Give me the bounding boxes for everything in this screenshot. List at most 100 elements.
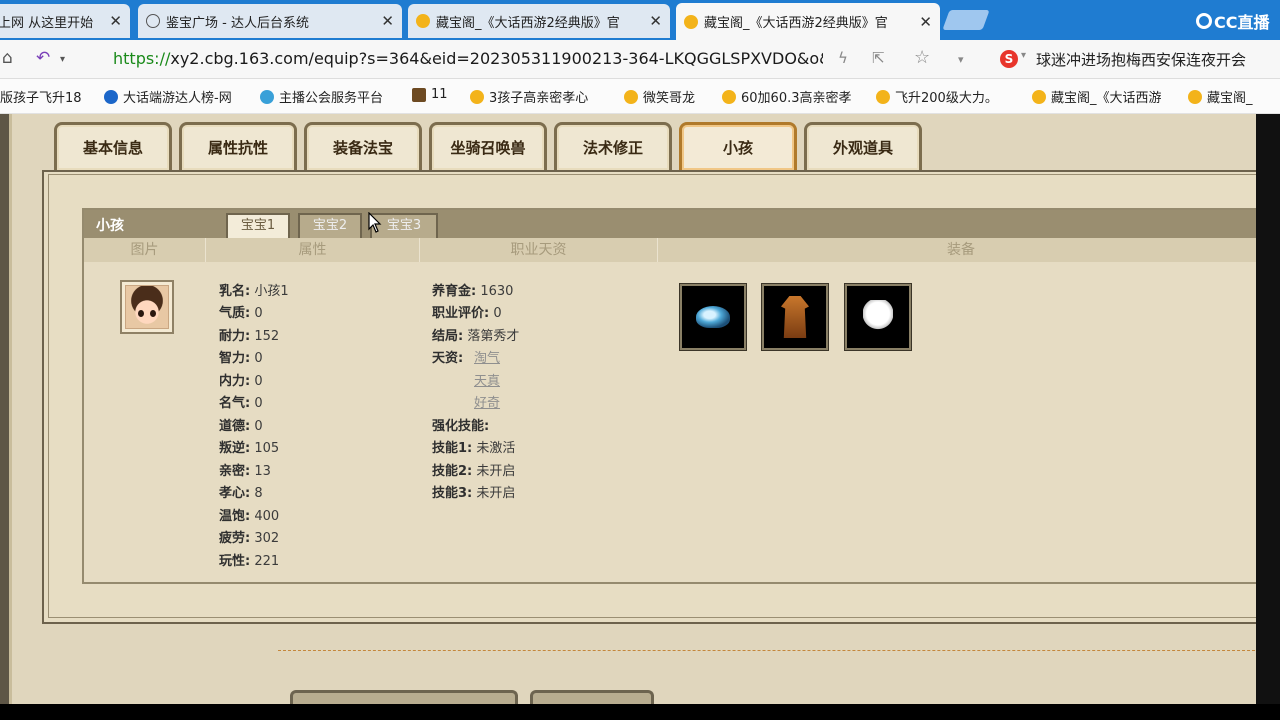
bookmarks-bar: 版孩子飞升18 大话端游达人榜-网 主播公会服务平台 11 3孩子高亲密孝心 微… (0, 79, 1280, 114)
bookmark-item[interactable]: 版孩子飞升18 (0, 87, 96, 106)
child-face-icon (125, 285, 169, 329)
share-icon[interactable]: ⇱ (872, 49, 885, 67)
section-title: 小孩 (96, 218, 124, 234)
equipment-slot-1[interactable] (679, 283, 747, 351)
close-icon[interactable]: ✕ (919, 13, 932, 31)
bookmark-icon (412, 87, 426, 102)
bookmark-label: 60加60.3高亲密孝 (741, 91, 852, 106)
attr-row: 亲密: 13 (219, 460, 271, 479)
attr-label: 疲劳: (219, 531, 251, 546)
attr-row: 乳名: 小孩1 (219, 280, 289, 299)
close-icon[interactable]: ✕ (649, 12, 662, 30)
bookmark-label: 飞升200级大力。 (895, 91, 998, 106)
brand-label: CC直播 (1214, 13, 1270, 32)
star-icon[interactable]: ☆ (914, 47, 930, 68)
talent-link[interactable]: 好奇 (474, 392, 500, 411)
browser-tab-1[interactable]: 上网 从这里开始 ✕ (0, 4, 130, 38)
action-button[interactable] (290, 690, 518, 704)
attr-value: 221 (254, 554, 280, 569)
lightning-icon[interactable]: ϟ (838, 49, 848, 67)
skill-value: 未激活 (476, 441, 516, 456)
tab-title: 藏宝阁_《大话西游2经典版》官 (704, 16, 888, 31)
equipment-slot-2[interactable] (761, 283, 829, 351)
url-field[interactable]: https://xy2.cbg.163.com/equip?s=364&eid=… (113, 49, 823, 68)
attr-label: 内力: (219, 374, 251, 389)
bookmark-item[interactable]: 11 (412, 87, 458, 102)
cbg-favicon-icon (416, 14, 430, 28)
attr-row: 孝心: 8 (219, 482, 263, 501)
skill-value: 未开启 (476, 486, 516, 501)
bookmark-icon (1188, 89, 1202, 104)
close-icon[interactable]: ✕ (381, 12, 394, 30)
attr-label: 乳名: (219, 284, 251, 299)
attr-label: 耐力: (219, 329, 251, 344)
globe-icon (146, 14, 160, 28)
tab-basic-info[interactable]: 基本信息 (54, 122, 172, 170)
browser-tab-4[interactable]: 藏宝阁_《大话西游2经典版》官 ✕ (676, 3, 940, 40)
tab-mounts-summons[interactable]: 坐骑召唤兽 (429, 122, 547, 170)
bookmark-item[interactable]: 藏宝阁_《大话西游 (1032, 87, 1172, 106)
attr-row: 内力: 0 (219, 370, 263, 389)
career-label: 职业评价: (432, 306, 490, 321)
attr-value: 0 (254, 351, 263, 366)
bookmark-icon (260, 89, 274, 104)
chevron-down-icon[interactable]: ▾ (1021, 50, 1026, 61)
skills-label: 强化技能: (432, 419, 490, 434)
skill-value: 未开启 (476, 464, 516, 479)
attr-value: 0 (254, 374, 263, 389)
bookmark-item[interactable]: 飞升200级大力。 (876, 87, 1018, 106)
bookmark-label: 版孩子飞升18 (0, 91, 82, 106)
bookmark-item[interactable]: 主播公会服务平台 (260, 87, 402, 106)
bookmark-item[interactable]: 60加60.3高亲密孝 (722, 87, 858, 106)
bookmark-icon (104, 89, 118, 104)
bookmark-item[interactable]: 微笑哥龙 (624, 87, 708, 106)
skills-label-row: 强化技能: (432, 415, 489, 434)
tab-baby-1[interactable]: 宝宝1 (226, 213, 290, 240)
robe-icon (781, 296, 809, 338)
talent-label: 天资: (432, 351, 464, 366)
bookmark-label: 3孩子高亲密孝心 (489, 91, 589, 106)
home-icon[interactable]: ⌂ (2, 48, 13, 68)
career-label: 养育金: (432, 284, 477, 299)
helmet-icon (696, 306, 730, 328)
column-header-attributes: 属性 (206, 238, 420, 262)
talent-link[interactable]: 天真 (474, 370, 500, 389)
career-value: 落第秀才 (467, 329, 520, 344)
browser-tab-3[interactable]: 藏宝阁_《大话西游2经典版》官 ✕ (408, 4, 670, 38)
bookmark-item[interactable]: 3孩子高亲密孝心 (470, 87, 610, 106)
attr-value: 0 (254, 396, 263, 411)
talent-link[interactable]: 淘气 (474, 347, 500, 366)
browser-tab-2[interactable]: 鉴宝广场 - 达人后台系统 ✕ (138, 4, 402, 38)
bookmark-item[interactable]: 大话端游达人榜-网 (104, 87, 250, 106)
equipment-slot-3[interactable] (844, 283, 912, 351)
attr-value: 小孩1 (254, 284, 289, 299)
skill-label: 技能1: (432, 441, 473, 456)
tab-attributes-resistance[interactable]: 属性抗性 (179, 122, 297, 170)
attr-value: 400 (254, 509, 280, 524)
tab-spell-correction[interactable]: 法术修正 (554, 122, 672, 170)
attr-row: 疲劳: 302 (219, 527, 279, 546)
undo-icon[interactable]: ↶ (36, 48, 50, 68)
cc-live-logo: CC直播 (1196, 9, 1270, 33)
bookmark-label: 藏宝阁_ (1207, 91, 1253, 106)
attr-value: 152 (254, 329, 280, 344)
career-value: 0 (493, 306, 502, 321)
close-icon[interactable]: ✕ (109, 12, 122, 30)
child-section: 小孩 宝宝1 宝宝2 宝宝3 图片 属性 职业天资 装备 乳名: 小孩1 气质:… (82, 208, 1260, 584)
bookmark-item[interactable]: 藏宝阁_ (1188, 87, 1280, 106)
sogou-search-icon[interactable]: S (1000, 50, 1018, 68)
tab-title: 藏宝阁_《大话西游2经典版》官 (436, 15, 620, 31)
new-tab-button[interactable] (942, 10, 990, 30)
attr-row: 气质: 0 (219, 302, 263, 321)
chevron-down-icon[interactable]: ▾ (958, 53, 964, 66)
tab-children[interactable]: 小孩 (679, 122, 797, 170)
tab-equipment-treasure[interactable]: 装备法宝 (304, 122, 422, 170)
url-path: xy2.cbg.163.com/equip?s=364&eid=20230531… (170, 49, 823, 68)
action-button[interactable] (530, 690, 654, 704)
tab-appearance-items[interactable]: 外观道具 (804, 122, 922, 170)
chevron-down-icon[interactable]: ▾ (60, 54, 65, 65)
search-input[interactable]: 球迷冲进场抱梅西安保连夜开会 (1036, 49, 1280, 70)
bookmark-label: 微笑哥龙 (643, 91, 696, 106)
address-bar-row: ⌂ ↶ ▾ https://xy2.cbg.163.com/equip?s=36… (0, 40, 1280, 79)
tab-baby-2[interactable]: 宝宝2 (298, 213, 362, 238)
